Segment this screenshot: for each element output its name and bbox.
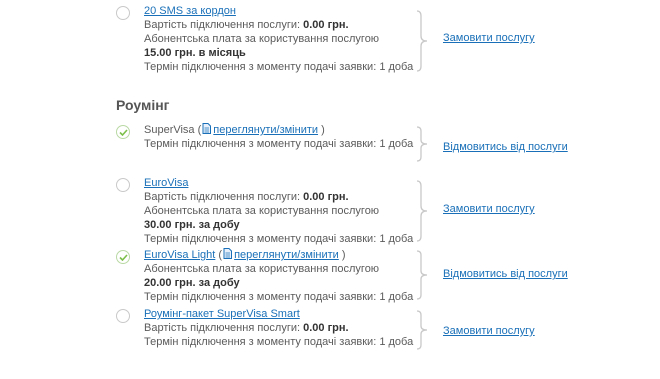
fee-label: Абонентська плата за користування послуг…	[144, 205, 380, 217]
brace-icon	[416, 10, 428, 72]
service-name-link[interactable]: EuroVisa	[144, 177, 188, 189]
order-service-link[interactable]: Замовити послугу	[443, 203, 535, 215]
service-name: SuperVisa	[144, 124, 195, 136]
term-value: 1 доба	[379, 291, 414, 303]
brace-icon	[416, 250, 428, 300]
check-icon	[119, 129, 128, 136]
service-radio[interactable]	[116, 178, 130, 192]
fee-label: Абонентська плата за користування послуг…	[144, 263, 380, 275]
brace-icon	[416, 180, 428, 242]
cost-value: 0.00 грн.	[303, 322, 349, 334]
order-service-link[interactable]: Замовити послугу	[443, 325, 535, 337]
term-value: 1 доба	[379, 336, 414, 348]
cancel-service-link[interactable]: Відмовитись від послуги	[443, 141, 568, 153]
fee-value: 15.00 грн. в місяць	[144, 47, 246, 59]
term-value: 1 доба	[379, 233, 414, 245]
service-info: SuperVisa (переглянути/змінити ) Термін …	[144, 123, 414, 150]
brace-icon	[416, 310, 428, 350]
service-info: 20 SMS за кордон Вартість підключення по…	[144, 4, 414, 74]
order-service-link[interactable]: Замовити послугу	[443, 32, 535, 44]
term-label: Термін підключення з моменту подачі заяв…	[144, 233, 377, 245]
service-info: Роумінг-пакет SuperVisa Smart Вартість п…	[144, 307, 414, 349]
services-page: 20 SMS за кордон Вартість підключення по…	[0, 0, 660, 379]
service-radio[interactable]	[116, 309, 130, 323]
section-title-roaming: Роумінг	[116, 97, 170, 113]
document-icon	[223, 248, 233, 259]
cost-label: Вартість підключення послуги:	[144, 322, 301, 334]
fee-label: Абонентська плата за користування послуг…	[144, 33, 380, 45]
service-name-link[interactable]: 20 SMS за кордон	[144, 5, 236, 17]
cost-label: Вартість підключення послуги:	[144, 191, 301, 203]
cost-value: 0.00 грн.	[303, 191, 349, 203]
term-label: Термін підключення з моменту подачі заяв…	[144, 61, 377, 73]
check-icon	[119, 254, 128, 261]
view-edit-link[interactable]: переглянути/змінити	[213, 124, 318, 136]
term-value: 1 доба	[379, 61, 414, 73]
term-value: 1 доба	[379, 138, 414, 150]
service-radio[interactable]	[116, 6, 130, 20]
brace-icon	[416, 126, 428, 162]
term-label: Термін підключення з моменту подачі заяв…	[144, 138, 377, 150]
service-name-link[interactable]: Роумінг-пакет SuperVisa Smart	[144, 308, 300, 320]
fee-value: 20.00 грн. за добу	[144, 277, 240, 289]
cost-value: 0.00 грн.	[303, 19, 349, 31]
service-info: EuroVisa Вартість підключення послуги: 0…	[144, 176, 414, 246]
service-name-link[interactable]: EuroVisa Light	[144, 249, 215, 261]
fee-value: 30.00 грн. за добу	[144, 219, 240, 231]
service-radio-selected[interactable]	[116, 250, 130, 264]
term-label: Термін підключення з моменту подачі заяв…	[144, 336, 377, 348]
cost-label: Вартість підключення послуги:	[144, 19, 301, 31]
cancel-service-link[interactable]: Відмовитись від послуги	[443, 268, 568, 280]
document-icon	[202, 123, 212, 134]
term-label: Термін підключення з моменту подачі заяв…	[144, 291, 377, 303]
service-info: EuroVisa Light (переглянути/змінити ) Аб…	[144, 248, 414, 303]
service-radio-selected[interactable]	[116, 125, 130, 139]
view-edit-link[interactable]: переглянути/змінити	[234, 249, 339, 261]
